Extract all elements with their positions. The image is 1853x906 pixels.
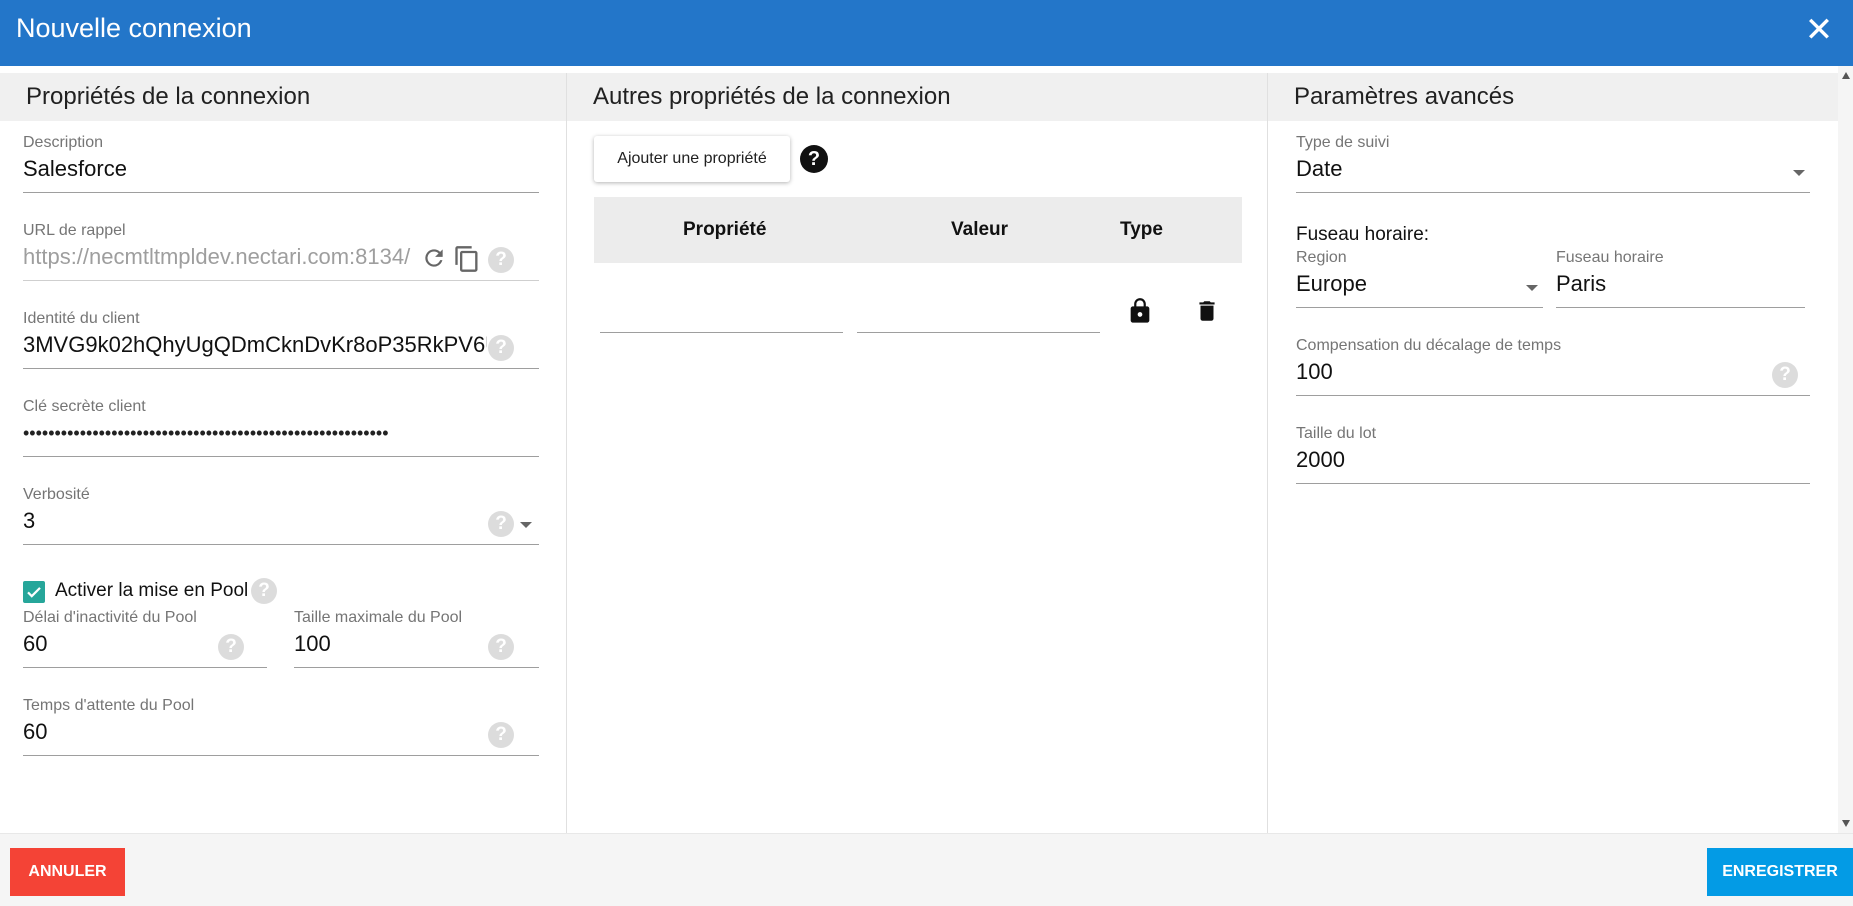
tracking-type-select[interactable]: Type de suivi Date [1296, 133, 1810, 193]
close-icon[interactable]: ✕ [1801, 12, 1837, 48]
help-icon[interactable]: ? [251, 578, 277, 604]
pool-max-label: Taille maximale du Pool [294, 609, 463, 626]
column-header-type: Type [1120, 219, 1163, 240]
pool-wait-field[interactable]: Temps d'attente du Pool 60 ? [23, 696, 539, 756]
scroll-down-arrow[interactable] [1842, 820, 1850, 827]
pooling-label: Activer la mise en Pool [55, 580, 249, 601]
refresh-icon[interactable] [421, 245, 447, 271]
description-input[interactable]: Salesforce [23, 153, 539, 185]
help-icon[interactable]: ? [1772, 362, 1798, 388]
properties-table-header: Propriété Valeur Type [594, 197, 1242, 263]
help-icon[interactable]: ? [218, 634, 244, 660]
column-header-value: Valeur [951, 219, 1009, 240]
dialog-header: Nouvelle connexion ✕ [0, 0, 1853, 66]
trash-icon[interactable] [1194, 295, 1220, 327]
pool-idle-field[interactable]: Délai d'inactivité du Pool 60 ? [23, 608, 267, 668]
callback-url-field[interactable]: URL de rappel https://necmtltmpldev.nect… [23, 221, 539, 281]
other-properties-panel: Autres propriétés de la connexion [567, 73, 1268, 833]
cancel-button[interactable]: ANNULER [10, 848, 125, 896]
tracking-type-label: Type de suivi [1296, 134, 1390, 151]
scroll-up-arrow[interactable] [1842, 72, 1850, 79]
client-id-input[interactable]: 3MVG9k02hQhyUgQDmCknDvKr8oP35RkPV6Uc [23, 329, 487, 361]
client-id-label: Identité du client [23, 310, 140, 327]
save-button[interactable]: ENREGISTRER [1707, 848, 1853, 896]
copy-icon[interactable] [453, 245, 481, 273]
batch-size-label: Taille du lot [1296, 425, 1377, 442]
panel-heading: Autres propriétés de la connexion [567, 73, 1267, 121]
client-secret-label: Clé secrète client [23, 398, 146, 415]
client-id-field[interactable]: Identité du client 3MVG9k02hQhyUgQDmCknD… [23, 309, 539, 369]
batch-size-input[interactable]: 2000 [1296, 444, 1810, 476]
panel-heading: Propriétés de la connexion [0, 73, 566, 121]
lock-icon[interactable] [1126, 295, 1154, 327]
help-icon[interactable]: ? [488, 335, 514, 361]
connection-properties-panel: Propriétés de la connexion Description S… [0, 73, 567, 833]
timezone-field[interactable]: Fuseau horaire Paris [1556, 248, 1805, 308]
verbosity-value[interactable]: 3 [23, 505, 539, 537]
help-icon[interactable]: ? [800, 145, 828, 173]
time-offset-label: Compensation du décalage de temps [1296, 337, 1562, 354]
timezone-section-title: Fuseau horaire: [1296, 224, 1430, 245]
time-offset-input[interactable]: 100 [1296, 356, 1810, 388]
verbosity-select[interactable]: Verbosité 3 ? [23, 485, 539, 545]
timezone-label: Fuseau horaire [1556, 249, 1664, 266]
callback-url-input: https://necmtltmpldev.nectari.com:8134/ [23, 244, 411, 269]
description-field[interactable]: Description Salesforce [23, 133, 539, 193]
callback-url-label: URL de rappel [23, 222, 126, 239]
pool-wait-label: Temps d'attente du Pool [23, 697, 195, 714]
pool-wait-input[interactable]: 60 [23, 716, 539, 748]
chevron-down-icon[interactable] [1526, 285, 1538, 291]
advanced-settings-panel: Paramètres avancés Type de suivi Date Fu… [1268, 73, 1838, 833]
region-select[interactable]: Region Europe [1296, 248, 1543, 308]
chevron-down-icon[interactable] [520, 522, 532, 528]
description-label: Description [23, 134, 104, 151]
client-secret-field[interactable]: Clé secrète client •••••••••••••••••••••… [23, 397, 539, 457]
dialog-title: Nouvelle connexion [16, 13, 252, 43]
timezone-value[interactable]: Paris [1556, 268, 1805, 300]
pool-idle-label: Délai d'inactivité du Pool [23, 609, 197, 626]
panel-heading: Paramètres avancés [1268, 73, 1838, 121]
pooling-checkbox[interactable] [23, 581, 45, 603]
property-value-input[interactable] [857, 300, 1100, 333]
check-icon [27, 587, 41, 598]
help-icon[interactable]: ? [488, 634, 514, 660]
time-offset-field[interactable]: Compensation du décalage de temps 100 ? [1296, 336, 1810, 396]
client-secret-input[interactable]: ••••••••••••••••••••••••••••••••••••••••… [23, 417, 493, 449]
region-value[interactable]: Europe [1296, 268, 1543, 300]
scrollbar[interactable] [1838, 66, 1853, 833]
tracking-type-value[interactable]: Date [1296, 153, 1810, 185]
region-label: Region [1296, 249, 1347, 266]
help-icon[interactable]: ? [488, 511, 514, 537]
dialog-footer: ANNULER ENREGISTRER [0, 833, 1853, 906]
property-name-input[interactable] [600, 300, 843, 333]
batch-size-field[interactable]: Taille du lot 2000 [1296, 424, 1810, 484]
help-icon[interactable]: ? [488, 247, 514, 273]
verbosity-label: Verbosité [23, 486, 90, 503]
column-header-property: Propriété [683, 219, 767, 240]
add-property-button[interactable]: Ajouter une propriété [594, 136, 790, 182]
pool-max-field[interactable]: Taille maximale du Pool 100 ? [294, 608, 539, 668]
chevron-down-icon[interactable] [1793, 170, 1805, 176]
help-icon[interactable]: ? [488, 722, 514, 748]
